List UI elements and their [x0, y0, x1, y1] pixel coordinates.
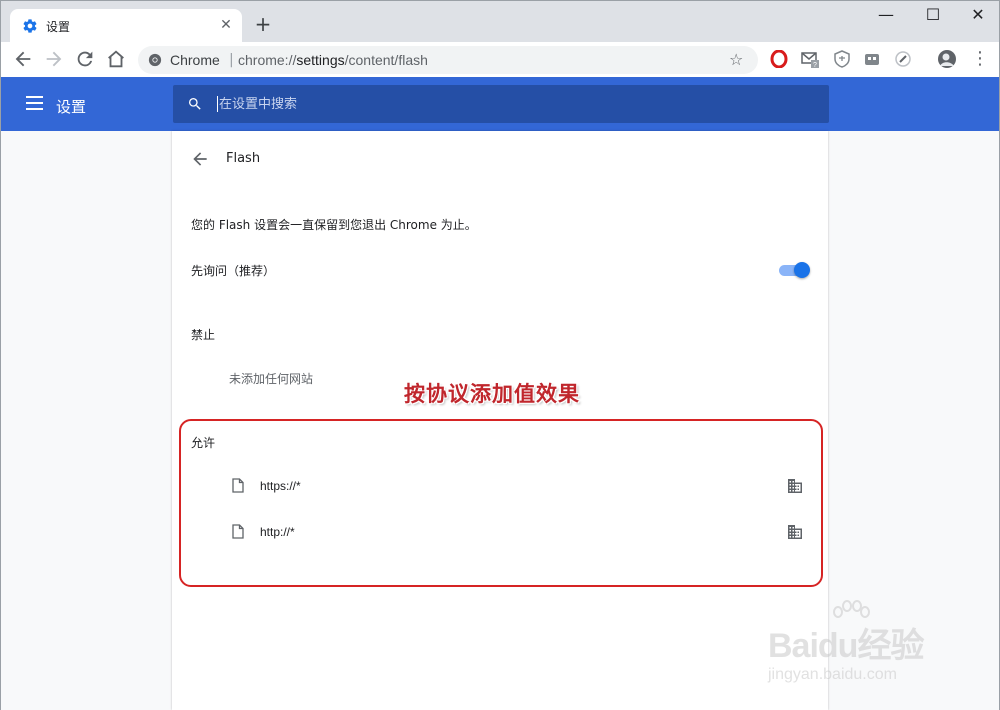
settings-title: 设置 [56, 98, 87, 116]
browser-toolbar: Chrome | chrome://settings/content/flash… [0, 42, 1000, 77]
menu-icon[interactable] [26, 96, 43, 110]
settings-header: 设置 [0, 77, 1000, 131]
bookmark-star-icon[interactable]: ☆ [729, 50, 743, 69]
page-title: Flash [226, 151, 261, 166]
omnibox-url: chrome://settings/content/flash [238, 52, 428, 68]
minimize-button[interactable]: — [871, 5, 901, 25]
settings-search-box[interactable] [173, 85, 829, 123]
search-caret [217, 96, 218, 112]
tab-strip: 设置 ✕ + — ☐ ✕ [0, 0, 1000, 43]
maximize-button[interactable]: ☐ [918, 5, 948, 25]
url-prefix: chrome:// [238, 52, 297, 68]
annotation-highlight-box [179, 419, 823, 587]
new-tab-button[interactable]: + [253, 14, 273, 34]
close-window-button[interactable]: ✕ [963, 5, 993, 25]
gear-icon [23, 19, 37, 33]
block-empty-message: 未添加任何网站 [229, 372, 314, 386]
tab-settings[interactable]: 设置 ✕ [10, 9, 242, 43]
shield-icon[interactable] [833, 50, 851, 68]
watermark-brand: Baidu经验 [768, 627, 924, 665]
address-bar[interactable]: Chrome | chrome://settings/content/flash… [138, 46, 758, 74]
tab-title: 设置 [46, 20, 71, 34]
toggle-knob [794, 262, 810, 278]
search-icon [189, 98, 201, 110]
back-arrow-icon[interactable] [12, 48, 34, 70]
annotation-caption: 按协议添加值效果 [404, 381, 580, 406]
baidu-watermark: Baidu经验 jingyan.baidu.com [768, 600, 958, 700]
back-arrow-icon[interactable] [190, 149, 210, 169]
svg-text:?: ? [813, 62, 817, 68]
gamepad-icon[interactable] [863, 50, 881, 68]
browser-menu-button[interactable]: ⋮ [971, 48, 989, 70]
search-input[interactable] [219, 94, 799, 114]
profile-avatar-icon[interactable] [938, 50, 956, 68]
watermark-url: jingyan.baidu.com [768, 666, 897, 683]
url-path: /content/flash [344, 52, 428, 68]
gmail-checker-icon[interactable]: ? [801, 50, 819, 68]
forward-arrow-icon[interactable] [43, 48, 65, 70]
url-host: settings [296, 52, 345, 68]
block-section-label: 禁止 [191, 328, 216, 342]
ask-first-toggle[interactable] [779, 262, 810, 278]
opera-icon[interactable] [770, 50, 788, 68]
omnibox-separator: | [229, 52, 234, 68]
ask-first-label: 先询问（推荐） [191, 264, 276, 278]
omnibox-site-label: Chrome [170, 52, 220, 68]
chrome-logo-icon [148, 53, 162, 67]
reload-icon[interactable] [74, 48, 96, 70]
home-icon[interactable] [105, 48, 127, 70]
speed-dial-icon[interactable] [894, 50, 912, 68]
flash-description: 您的 Flash 设置会一直保留到您退出 Chrome 为止。 [191, 218, 477, 232]
tab-close-icon[interactable]: ✕ [218, 17, 234, 33]
